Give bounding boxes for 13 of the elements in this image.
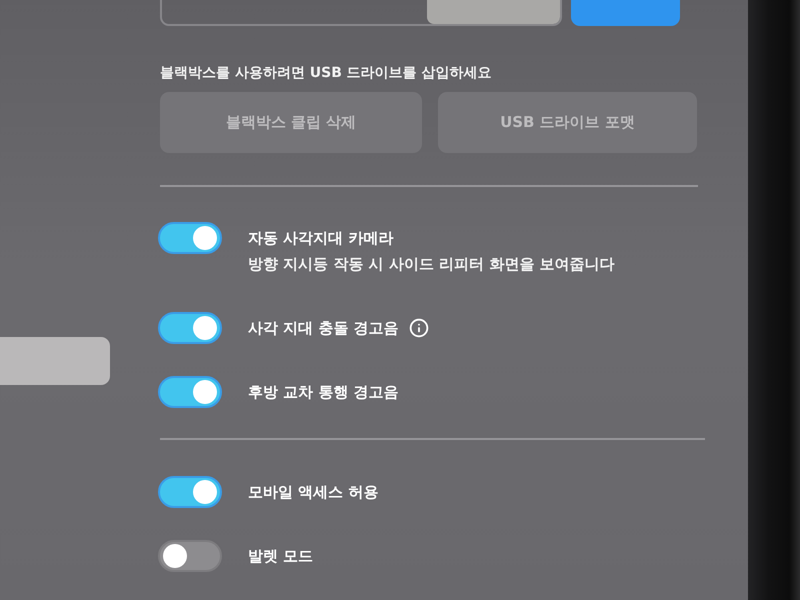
toggle-switch[interactable]	[158, 540, 222, 572]
usb-notice: 블랙박스를 사용하려면 USB 드라이브를 삽입하세요	[160, 64, 493, 82]
info-icon[interactable]	[408, 318, 429, 338]
setting-label: 사각 지대 충돌 경고음	[248, 318, 399, 338]
setting-label: 자동 사각지대 카메라	[248, 228, 394, 248]
setting-label: 후방 교차 통행 경고음	[248, 382, 399, 402]
toggle-switch[interactable]	[158, 222, 222, 254]
setting-label: 모바일 액세스 허용	[248, 482, 378, 502]
toggle-switch[interactable]	[158, 376, 222, 408]
setting-description: 방향 지시등 작동 시 사이드 리피터 화면을 보여줍니다	[248, 254, 615, 274]
setting-label: 발렛 모드	[248, 546, 314, 566]
toggle-switch[interactable]	[158, 476, 222, 508]
toggle-switch[interactable]	[158, 312, 222, 344]
